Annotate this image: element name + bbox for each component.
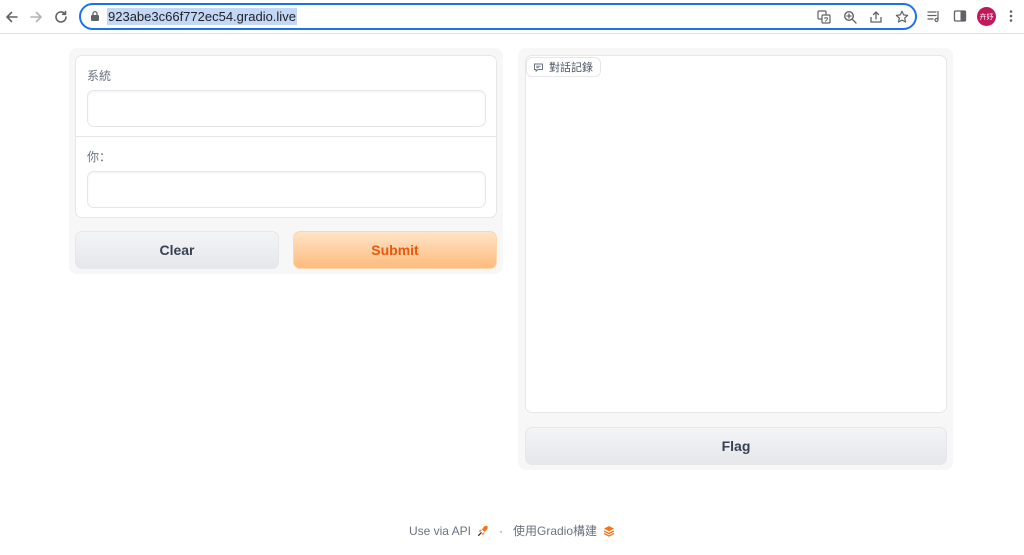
- chatbot-label: 對話記錄: [549, 62, 593, 74]
- url-text[interactable]: 923abe3c66f772ec54.gradio.live: [107, 8, 297, 25]
- footer-separator: ·: [499, 523, 503, 538]
- share-icon[interactable]: [868, 9, 884, 25]
- bookmark-star-icon[interactable]: [894, 9, 910, 25]
- side-panel-icon[interactable]: [952, 8, 968, 24]
- translate-icon[interactable]: [816, 9, 832, 25]
- inputs-card: 系統 你：: [75, 55, 497, 218]
- clear-button[interactable]: Clear: [75, 231, 279, 269]
- chat-bubble-icon: [534, 63, 543, 72]
- lock-icon: [91, 10, 99, 21]
- menu-kebab-icon[interactable]: [1003, 8, 1019, 24]
- chatbot-label-badge: 對話記錄: [526, 57, 601, 77]
- rocket-icon: [477, 525, 488, 536]
- user-input[interactable]: [87, 171, 486, 208]
- footer: Use via API · 使用Gradio構建: [0, 522, 1024, 539]
- zoom-icon[interactable]: [842, 9, 858, 25]
- profile-avatar[interactable]: 卉妤: [977, 7, 996, 26]
- system-input[interactable]: [87, 90, 486, 127]
- browser-toolbar: 923abe3c66f772ec54.gradio.live 卉妤: [0, 0, 1024, 34]
- submit-button[interactable]: Submit: [293, 231, 497, 269]
- address-bar[interactable]: 923abe3c66f772ec54.gradio.live: [79, 3, 917, 30]
- built-with-gradio-link[interactable]: 使用Gradio構建: [513, 522, 597, 539]
- reload-icon[interactable]: [51, 7, 71, 27]
- field-divider: [76, 136, 496, 137]
- back-icon[interactable]: [2, 7, 22, 27]
- chatbot-area[interactable]: [525, 55, 947, 413]
- gradio-logo-icon: [603, 525, 615, 537]
- forward-icon[interactable]: [26, 7, 46, 27]
- use-via-api-link[interactable]: Use via API: [409, 524, 471, 538]
- system-label: 系統: [87, 69, 112, 83]
- user-label: 你：: [87, 150, 112, 164]
- flag-button[interactable]: Flag: [525, 427, 947, 465]
- reading-list-icon[interactable]: [926, 8, 942, 24]
